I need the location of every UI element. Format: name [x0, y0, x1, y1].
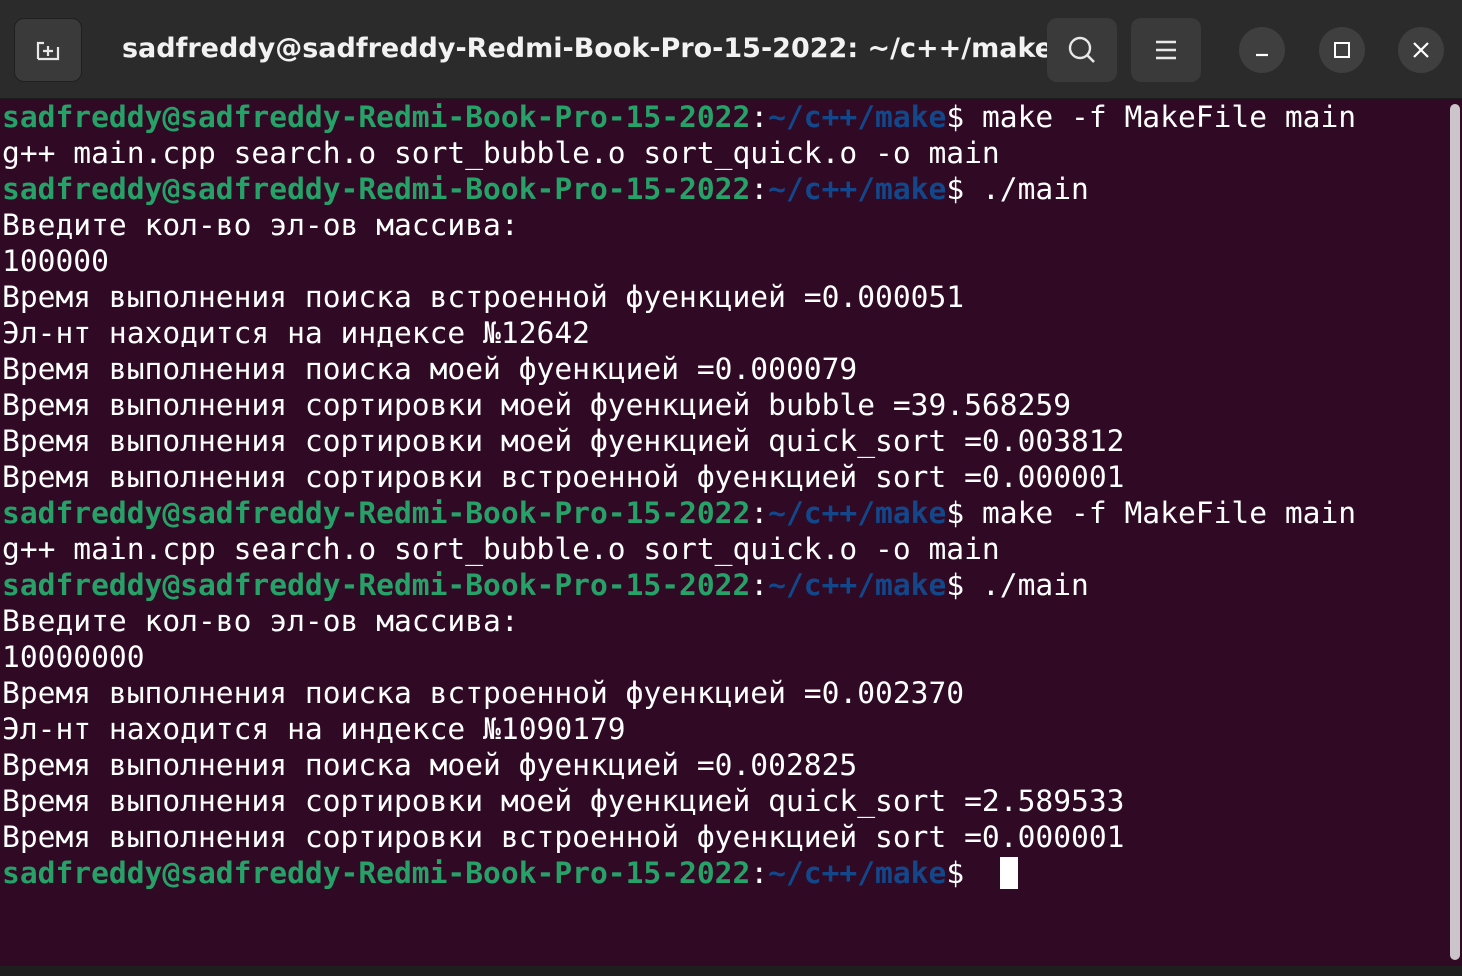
new-tab-button[interactable] — [14, 18, 82, 82]
prompt-dollar: $ — [946, 496, 965, 530]
command-text — [964, 856, 982, 890]
prompt-user-host: sadfreddy@sadfreddy-Redmi-Book-Pro-15-20… — [2, 100, 751, 134]
output-line: Время выполнения сортировки встроенной ф… — [0, 819, 1448, 855]
output-text: 10000000 — [2, 640, 145, 674]
prompt-user-host: sadfreddy@sadfreddy-Redmi-Book-Pro-15-20… — [2, 856, 751, 890]
output-text: Время выполнения сортировки встроенной ф… — [2, 460, 1125, 494]
prompt-path: ~/c++/make — [768, 172, 947, 206]
output-line: Введите кол-во эл-ов массива: — [0, 603, 1448, 639]
window-title: sadfreddy@sadfreddy-Redmi-Book-Pro-15-20… — [121, 33, 1054, 64]
output-text: Время выполнения сортировки моей фуенкци… — [2, 784, 1125, 818]
output-text: Эл-нт находится на индексе №1090179 — [2, 712, 626, 746]
prompt-dollar: $ — [946, 172, 965, 206]
prompt-line: sadfreddy@sadfreddy-Redmi-Book-Pro-15-20… — [0, 855, 1448, 891]
search-button[interactable] — [1047, 18, 1117, 82]
output-line: Эл-нт находится на индексе №1090179 — [0, 711, 1448, 747]
output-line: Введите кол-во эл-ов массива: — [0, 207, 1448, 243]
output-line: Время выполнения сортировки моей фуенкци… — [0, 423, 1448, 459]
command-text: make -f MakeFile main — [964, 100, 1357, 134]
maximize-button[interactable] — [1319, 27, 1365, 73]
maximize-icon — [1334, 42, 1350, 58]
close-button[interactable] — [1398, 27, 1444, 73]
minimize-button[interactable] — [1239, 27, 1285, 73]
output-line: g++ main.cpp search.o sort_bubble.o sort… — [0, 135, 1448, 171]
output-line: Время выполнения сортировки встроенной ф… — [0, 459, 1448, 495]
prompt-colon: : — [750, 856, 769, 890]
output-line: Время выполнения сортировки моей фуенкци… — [0, 783, 1448, 819]
prompt-user-host: sadfreddy@sadfreddy-Redmi-Book-Pro-15-20… — [2, 172, 751, 206]
output-line: Время выполнения сортировки моей фуенкци… — [0, 387, 1448, 423]
new-tab-icon — [36, 41, 60, 61]
prompt-dollar: $ — [946, 568, 965, 602]
output-text: Время выполнения сортировки встроенной ф… — [2, 820, 1125, 854]
command-text: make -f MakeFile main — [964, 496, 1357, 530]
close-icon — [1413, 42, 1429, 58]
output-text: Эл-нт находится на индексе №12642 — [2, 316, 590, 350]
bottom-edge — [0, 966, 1462, 976]
output-text: g++ main.cpp search.o sort_bubble.o sort… — [2, 532, 1000, 566]
prompt-line: sadfreddy@sadfreddy-Redmi-Book-Pro-15-20… — [0, 495, 1448, 531]
output-text: Введите кол-во эл-ов массива: — [2, 208, 519, 242]
output-text: Введите кол-во эл-ов массива: — [2, 604, 519, 638]
output-text: g++ main.cpp search.o sort_bubble.o sort… — [2, 136, 1000, 170]
prompt-colon: : — [750, 172, 769, 206]
prompt-dollar: $ — [946, 100, 965, 134]
prompt-line: sadfreddy@sadfreddy-Redmi-Book-Pro-15-20… — [0, 567, 1448, 603]
output-line: 100000 — [0, 243, 1448, 279]
terminal-output[interactable]: sadfreddy@sadfreddy-Redmi-Book-Pro-15-20… — [0, 99, 1448, 971]
output-line: Время выполнения поиска моей фуенкцией =… — [0, 351, 1448, 387]
output-text: Время выполнения поиска моей фуенкцией =… — [2, 352, 858, 386]
prompt-path: ~/c++/make — [768, 496, 947, 530]
output-text: Время выполнения сортировки моей фуенкци… — [2, 424, 1125, 458]
output-line: 10000000 — [0, 639, 1448, 675]
prompt-path: ~/c++/make — [768, 856, 947, 890]
prompt-colon: : — [750, 496, 769, 530]
search-icon — [1068, 36, 1095, 63]
text-cursor — [999, 857, 1018, 889]
prompt-colon: : — [750, 100, 769, 134]
output-line: Эл-нт находится на индексе №12642 — [0, 315, 1448, 351]
output-text: 100000 — [2, 244, 109, 278]
output-text: Время выполнения поиска встроенной фуенк… — [2, 676, 965, 710]
output-text: Время выполнения поиска моей фуенкцией =… — [2, 748, 858, 782]
prompt-user-host: sadfreddy@sadfreddy-Redmi-Book-Pro-15-20… — [2, 496, 751, 530]
scrollbar-thumb[interactable] — [1450, 104, 1460, 960]
output-line: Время выполнения поиска моей фуенкцией =… — [0, 747, 1448, 783]
prompt-path: ~/c++/make — [768, 568, 947, 602]
command-text: ./main — [964, 568, 1089, 602]
menu-button[interactable] — [1131, 18, 1201, 82]
title-bar[interactable]: sadfreddy@sadfreddy-Redmi-Book-Pro-15-20… — [0, 0, 1462, 99]
prompt-dollar: $ — [946, 856, 965, 890]
hamburger-menu-icon — [1156, 40, 1176, 60]
output-text: Время выполнения поиска встроенной фуенк… — [2, 280, 965, 314]
prompt-path: ~/c++/make — [768, 100, 947, 134]
output-line: g++ main.cpp search.o sort_bubble.o sort… — [0, 531, 1448, 567]
prompt-user-host: sadfreddy@sadfreddy-Redmi-Book-Pro-15-20… — [2, 568, 751, 602]
command-text: ./main — [964, 172, 1089, 206]
prompt-line: sadfreddy@sadfreddy-Redmi-Book-Pro-15-20… — [0, 99, 1448, 135]
minimize-icon — [1256, 53, 1268, 57]
terminal-window: sadfreddy@sadfreddy-Redmi-Book-Pro-15-20… — [0, 0, 1462, 976]
prompt-colon: : — [750, 568, 769, 602]
output-line: Время выполнения поиска встроенной фуенк… — [0, 675, 1448, 711]
prompt-line: sadfreddy@sadfreddy-Redmi-Book-Pro-15-20… — [0, 171, 1448, 207]
output-text: Время выполнения сортировки моей фуенкци… — [2, 388, 1072, 422]
output-line: Время выполнения поиска встроенной фуенк… — [0, 279, 1448, 315]
